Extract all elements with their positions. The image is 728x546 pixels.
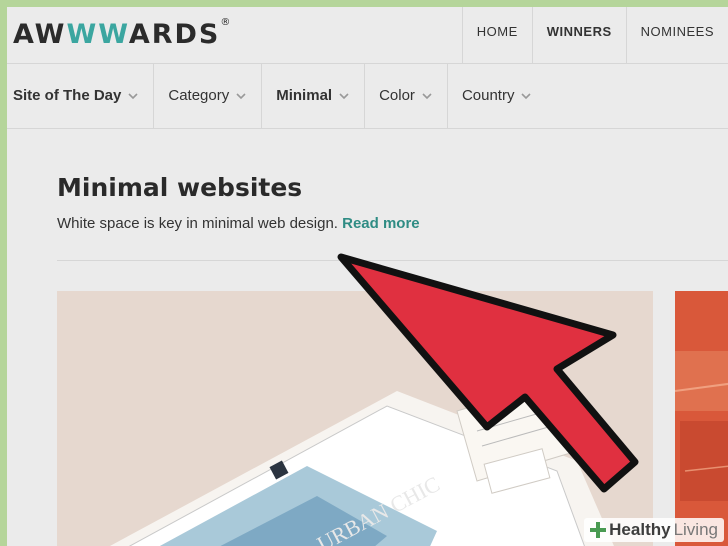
watermark-brand: Healthy bbox=[609, 520, 671, 539]
browser-viewport: AWWWARDS® HOME WINNERS NOMINEES Site of … bbox=[7, 7, 728, 546]
watermark-brand-2: Living bbox=[673, 520, 718, 539]
healthy-living-watermark: Healthy Living bbox=[584, 518, 724, 542]
plus-icon bbox=[590, 522, 607, 538]
arrow-pointer-icon bbox=[337, 253, 639, 493]
